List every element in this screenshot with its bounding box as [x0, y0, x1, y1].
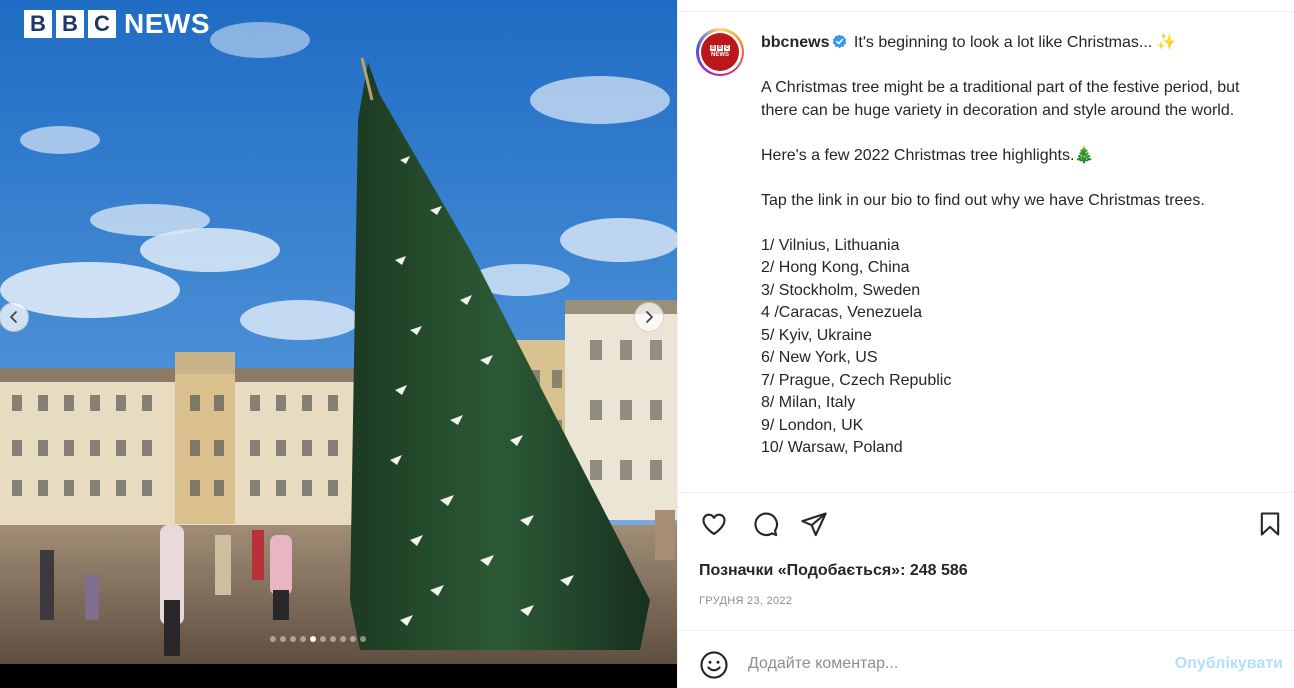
location-item: 3/ Stockholm, Sweden [761, 281, 921, 299]
like-button[interactable] [698, 507, 730, 541]
carousel-dots [270, 636, 366, 642]
avatar-logo-word: NEWS [711, 52, 729, 58]
location-item: 10/ Warsaw, Poland [761, 439, 903, 456]
heart-icon [702, 513, 726, 535]
post-date[interactable]: ГРУДНЯ 23, 2022 [699, 595, 792, 607]
location-item: 5/ Kyiv, Ukraine [761, 326, 872, 344]
chevron-right-icon [646, 311, 653, 323]
location-item: 7/ Prague, Czech Republic [761, 371, 952, 389]
avatar-logo-letter: B [710, 45, 716, 51]
share-button[interactable] [798, 507, 830, 541]
carousel-dot [350, 636, 356, 642]
caption-paragraph: Here's a few 2022 Christmas tree highlig… [761, 146, 1095, 164]
carousel-dot [270, 636, 276, 642]
bookmark-icon [1260, 512, 1280, 536]
carousel-dot [300, 636, 306, 642]
caption-paragraph: Tap the link in our bio to find out why … [761, 191, 1205, 209]
carousel-dot [310, 636, 316, 642]
likes-count[interactable]: Позначки «Подобається»: 248 586 [699, 562, 968, 580]
avatar-logo-letter: B [717, 45, 723, 51]
comment-icon [754, 512, 778, 537]
verified-badge-icon [833, 34, 847, 49]
bbc-logo-block: C [88, 10, 116, 38]
username-link[interactable]: bbcnews [761, 34, 829, 51]
post-media[interactable]: B B C NEWS [0, 0, 677, 688]
avatar-logo-letter: C [724, 45, 730, 51]
caption-first-line: bbcnews It's beginning to look a lot lik… [761, 32, 1271, 55]
carousel-dot [340, 636, 346, 642]
media-bottom-bar [0, 664, 677, 688]
bbc-logo-word: NEWS [124, 8, 210, 39]
carousel-next-button[interactable] [634, 302, 664, 332]
bbc-logo-block: B [56, 10, 84, 38]
divider [678, 492, 1294, 493]
carousel-dot [360, 636, 366, 642]
carousel-dot [330, 636, 336, 642]
action-bar [678, 507, 1294, 541]
bbc-news-logo: B B C NEWS [24, 10, 210, 38]
location-item: 6/ New York, US [761, 349, 878, 366]
location-item: 8/ Milan, Italy [761, 394, 856, 411]
send-icon [801, 512, 827, 537]
post-side-panel: B B C NEWS bbcnews It's beginning to loo… [677, 0, 1294, 688]
carousel-prev-button[interactable] [0, 302, 29, 332]
caption-area: B B C NEWS bbcnews It's beginning to loo… [678, 12, 1294, 492]
post-caption: bbcnews It's beginning to look a lot lik… [761, 32, 1271, 460]
location-item: 9/ London, UK [761, 416, 864, 434]
comment-input[interactable] [748, 651, 1148, 677]
publish-button[interactable]: Опублікувати [1175, 655, 1283, 673]
save-button[interactable] [1254, 507, 1286, 541]
location-item: 1/ Vilnius, Lithuania [761, 236, 900, 254]
bbc-news-avatar: B B C NEWS [701, 33, 739, 71]
comment-button[interactable] [749, 507, 781, 541]
bbc-logo-block: B [24, 10, 52, 38]
comment-bar: Опублікувати [678, 631, 1294, 688]
chevron-left-icon [10, 311, 17, 323]
emoji-button[interactable] [698, 649, 730, 681]
carousel-dot [280, 636, 286, 642]
carousel-dot [290, 636, 296, 642]
location-item: 4 /Caracas, Venezuela [761, 304, 922, 321]
location-list: 1/ Vilnius, Lithuania 2/ Hong Kong, Chin… [761, 235, 1271, 460]
emoji-icon [700, 651, 728, 679]
caption-title: It's beginning to look a lot like Christ… [853, 34, 1177, 51]
post-photo [0, 0, 677, 664]
avatar[interactable]: B B C NEWS [696, 28, 744, 76]
location-item: 2/ Hong Kong, China [761, 259, 910, 276]
caption-paragraph: A Christmas tree might be a traditional … [761, 79, 1240, 119]
carousel-dot [320, 636, 326, 642]
